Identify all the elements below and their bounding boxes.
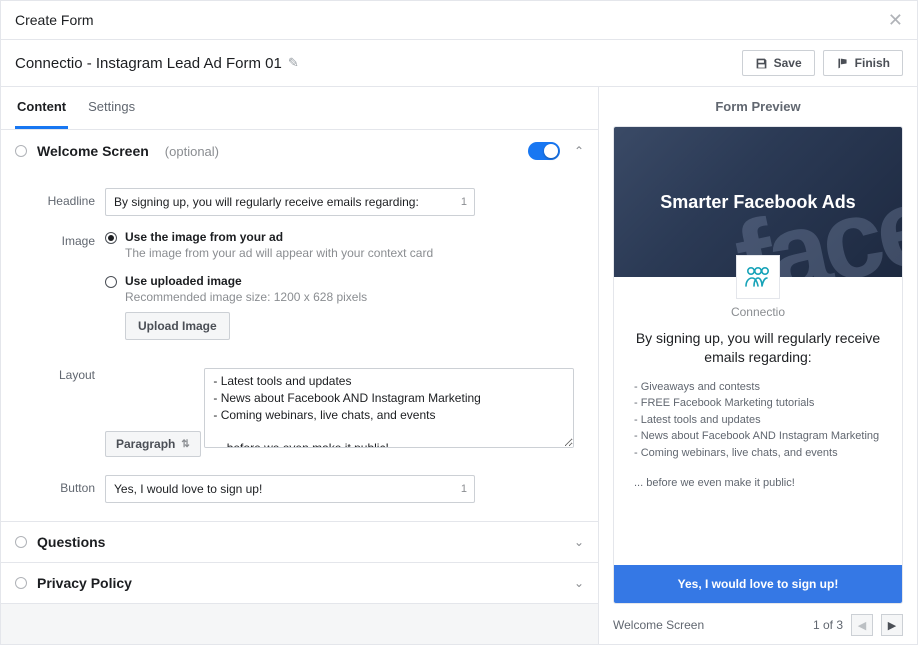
layout-label: Layout — [37, 362, 105, 382]
panel-questions-title: Questions — [37, 534, 105, 550]
form-preview-panel: Form Preview face Smarter Facebook Ads — [599, 87, 917, 644]
left-column: Content Settings Welcome Screen (optiona… — [1, 87, 599, 644]
finish-label: Finish — [855, 56, 890, 70]
field-button: Button 1 — [37, 475, 584, 503]
modal-body: Content Settings Welcome Screen (optiona… — [1, 87, 917, 644]
header-bar: Connectio - Instagram Lead Ad Form 01 ✎ … — [1, 40, 917, 87]
radio-icon — [105, 276, 117, 288]
chevron-down-icon: ⌄ — [574, 535, 584, 549]
status-circle-icon — [15, 577, 27, 589]
field-image: Image Use the image from your ad The ima… — [37, 228, 584, 340]
list-item: - FREE Facebook Marketing tutorials — [634, 395, 882, 412]
preview-tagline: ... before we even make it public! — [614, 467, 902, 493]
save-button[interactable]: Save — [742, 50, 815, 76]
headline-counter: 1 — [461, 196, 467, 208]
panel-welcome: Welcome Screen (optional) ⌃ Headline — [1, 130, 598, 522]
close-icon[interactable]: ✕ — [888, 11, 903, 29]
form-name[interactable]: Connectio - Instagram Lead Ad Form 01 ✎ — [15, 55, 299, 72]
pager-position: 1 of 3 — [813, 618, 843, 632]
preview-bullets: - Giveaways and contests - FREE Facebook… — [614, 373, 902, 468]
panel-questions: Questions ⌄ — [1, 522, 598, 563]
button-counter: 1 — [461, 483, 467, 495]
welcome-toggle[interactable] — [528, 142, 560, 160]
finish-icon — [836, 57, 849, 70]
sort-icon: ⇅ — [181, 439, 189, 450]
headline-label: Headline — [37, 188, 105, 208]
brand-logo-icon — [744, 266, 772, 288]
status-circle-icon — [15, 145, 27, 157]
panel-questions-header[interactable]: Questions ⌄ — [1, 522, 598, 562]
panel-welcome-subtitle: (optional) — [165, 144, 219, 159]
radio-ad-label: Use the image from your ad — [125, 230, 433, 244]
finish-button[interactable]: Finish — [823, 50, 903, 76]
pager-label: Welcome Screen — [613, 618, 704, 632]
preview-cta-button[interactable]: Yes, I would love to sign up! — [614, 565, 902, 603]
tabs: Content Settings — [1, 87, 598, 130]
radio-use-uploaded-image[interactable]: Use uploaded image Recommended image siz… — [105, 274, 584, 340]
field-layout: Layout Paragraph ⇅ — [37, 362, 584, 457]
layout-value: Paragraph — [116, 437, 175, 451]
pager-next-button[interactable]: ▶ — [881, 614, 903, 636]
list-item: - News about Facebook AND Instagram Mark… — [634, 428, 882, 445]
list-item: - Latest tools and updates — [634, 412, 882, 429]
save-label: Save — [774, 56, 802, 70]
avatar-wrap — [614, 255, 902, 299]
radio-upload-label: Use uploaded image — [125, 274, 367, 288]
brand-name: Connectio — [614, 305, 902, 319]
panel-privacy-title: Privacy Policy — [37, 575, 132, 591]
modal-titlebar: Create Form ✕ — [1, 1, 917, 40]
chevron-down-icon: ⌄ — [574, 576, 584, 590]
list-item: - Giveaways and contests — [634, 379, 882, 396]
radio-upload-help: Recommended image size: 1200 x 628 pixel… — [125, 290, 367, 304]
form-name-text: Connectio - Instagram Lead Ad Form 01 — [15, 55, 282, 72]
tab-settings[interactable]: Settings — [86, 87, 137, 129]
list-item: - Coming webinars, live chats, and event… — [634, 445, 882, 462]
panel-privacy: Privacy Policy ⌄ — [1, 563, 598, 604]
left-scroll[interactable]: Welcome Screen (optional) ⌃ Headline — [1, 130, 598, 644]
header-actions: Save Finish — [742, 50, 903, 76]
panel-welcome-header[interactable]: Welcome Screen (optional) ⌃ — [1, 130, 598, 172]
avatar — [736, 255, 780, 299]
preview-title: Form Preview — [599, 87, 917, 126]
modal-title: Create Form — [15, 12, 94, 28]
radio-ad-help: The image from your ad will appear with … — [125, 246, 433, 260]
status-circle-icon — [15, 536, 27, 548]
layout-textarea[interactable] — [204, 368, 574, 448]
field-headline: Headline 1 — [37, 188, 584, 216]
image-label: Image — [37, 228, 105, 248]
layout-select[interactable]: Paragraph ⇅ — [105, 431, 201, 457]
panel-welcome-title: Welcome Screen — [37, 143, 149, 159]
radio-use-ad-image[interactable]: Use the image from your ad The image fro… — [105, 230, 584, 260]
pager-prev-button[interactable]: ◀ — [851, 614, 873, 636]
tab-content[interactable]: Content — [15, 87, 68, 129]
upload-image-button[interactable]: Upload Image — [125, 312, 230, 340]
pencil-icon[interactable]: ✎ — [288, 55, 299, 71]
panel-welcome-body: Headline 1 Image — [1, 172, 598, 521]
save-icon — [755, 57, 768, 70]
hero-text: Smarter Facebook Ads — [660, 192, 855, 213]
panel-privacy-header[interactable]: Privacy Policy ⌄ — [1, 563, 598, 603]
create-form-modal: Create Form ✕ Connectio - Instagram Lead… — [0, 0, 918, 645]
button-input[interactable] — [105, 475, 475, 503]
chevron-up-icon: ⌃ — [574, 144, 584, 158]
radio-icon — [105, 232, 117, 244]
preview-frame: face Smarter Facebook Ads Connectio By — [613, 126, 903, 604]
headline-input[interactable] — [105, 188, 475, 216]
preview-headline: By signing up, you will regularly receiv… — [614, 319, 902, 373]
preview-pager: Welcome Screen 1 of 3 ◀ ▶ — [599, 604, 917, 644]
button-label: Button — [37, 475, 105, 495]
